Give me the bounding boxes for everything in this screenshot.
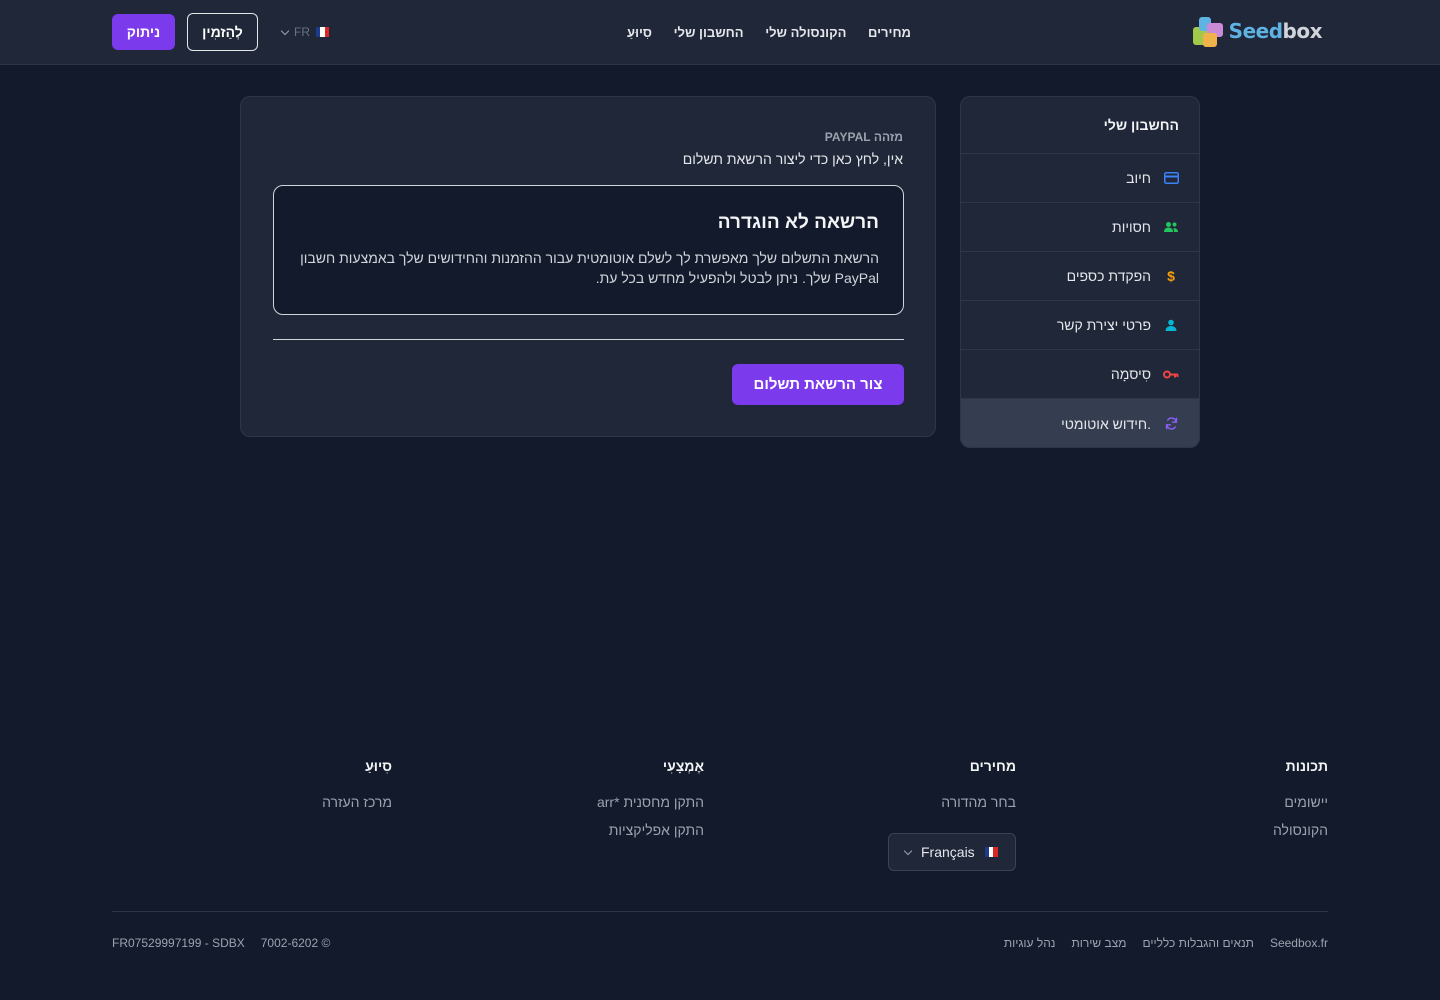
sidebar-item-sponsorships[interactable]: חסויות: [961, 203, 1199, 252]
sidebar-item-label: חיוב: [1126, 170, 1151, 186]
nav-my-account[interactable]: החשבון שלי: [674, 25, 744, 40]
company-id: FR07529997199 - SDBX: [112, 936, 245, 950]
paypal-id-value[interactable]: אין, לחץ כאן כדי ליצור הרשאת תשלום: [683, 151, 903, 167]
sidebar-item-password[interactable]: סִיסמָה: [961, 350, 1199, 399]
authorization-alert: הרשאה לא הוגדרה הרשאת התשלום שלך מאפשרת …: [273, 185, 904, 315]
footer-divider: [112, 911, 1328, 912]
alert-text: הרשאת התשלום שלך מאפשרת לך לשלם אוטומטית…: [300, 250, 879, 286]
users-icon: [1163, 219, 1179, 235]
paypal-id-label: מזהה PAYPAL: [824, 130, 903, 144]
footer-link-terms[interactable]: תנאים והגבלות כלליים: [1142, 936, 1253, 950]
user-icon: [1163, 317, 1179, 333]
footer-column-features: תכונות יישומים הקונסולה: [1273, 758, 1328, 850]
main-nav: מחירים הקונסולה שלי החשבון שלי סִיוּעַ: [627, 0, 911, 64]
sidebar-item-label: סִיסמָה: [1110, 366, 1151, 382]
footer-link-help-center[interactable]: מרכז העזרה: [322, 794, 392, 810]
footer-column-resources: אֶמְצָעִי התקן מחסנית *arr התקן אפליקציו…: [597, 758, 704, 850]
order-button[interactable]: לְהַזמִין: [187, 13, 258, 51]
sidebar-item-auto-renewal[interactable]: חידוש אוטומטי.: [961, 399, 1199, 447]
sidebar-title: החשבון שלי: [961, 97, 1199, 154]
sidebar-item-deposit[interactable]: הפקדת כספים $: [961, 252, 1199, 301]
french-flag-icon: [316, 27, 329, 37]
footer-link-service-status[interactable]: מצב שירות: [1071, 936, 1126, 950]
footer-copyright: FR07529997199 - SDBX © 2026-2007: [112, 936, 330, 950]
footer-link-choose-edition[interactable]: בחר מהדורה: [941, 794, 1016, 810]
seedbox-logo[interactable]: Seedbox: [1192, 15, 1323, 47]
account-sidebar: החשבון שלי חיוב חסויות הפקדת כספים $ פרט…: [960, 96, 1200, 448]
credit-card-icon: [1163, 170, 1179, 186]
alert-title: הרשאה לא הוגדרה: [717, 212, 879, 233]
footer-link-applications[interactable]: יישומים: [1273, 794, 1328, 810]
sidebar-item-contact-details[interactable]: פרטי יצירת קשר: [961, 301, 1199, 350]
footer-legal-links: Seedbox.fr תנאים והגבלות כלליים מצב שירו…: [1004, 936, 1328, 950]
sidebar-item-billing[interactable]: חיוב: [961, 154, 1199, 203]
create-authorization-button[interactable]: צור הרשאת תשלום: [732, 364, 904, 405]
dollar-icon: $: [1167, 268, 1175, 284]
key-icon: [1163, 366, 1179, 382]
paypal-authorization-card: מזהה PAYPAL אין, לחץ כאן כדי ליצור הרשאת…: [240, 96, 936, 437]
chevron-down-icon: [280, 26, 290, 35]
footer-link-install-arr-stack[interactable]: התקן מחסנית *arr: [597, 794, 704, 810]
footer-language-selector[interactable]: Français: [888, 833, 1016, 871]
french-flag-icon: [984, 847, 998, 857]
footer-column-title: אֶמְצָעִי: [662, 758, 704, 774]
sidebar-item-label: חידוש אוטומטי.: [1061, 415, 1151, 432]
sidebar-item-label: הפקדת כספים: [1066, 268, 1151, 284]
footer-link-manage-cookies[interactable]: נהל עוגיות: [1004, 936, 1056, 950]
sidebar-item-label: פרטי יצירת קשר: [1056, 317, 1151, 333]
language-code: FR: [294, 25, 310, 39]
sidebar-item-label: חסויות: [1112, 219, 1151, 235]
nav-pricing[interactable]: מחירים: [868, 25, 911, 40]
footer-column-support: סִיוּעַ מרכז העזרה: [322, 758, 392, 822]
refresh-icon: [1163, 416, 1179, 432]
nav-my-console[interactable]: הקונסולה שלי: [765, 25, 846, 40]
footer-column-title: תכונות: [1285, 758, 1328, 774]
logout-button[interactable]: ניתוק: [112, 14, 175, 50]
footer-link-console[interactable]: הקונסולה: [1273, 822, 1328, 838]
nav-support[interactable]: סִיוּעַ: [627, 25, 652, 40]
language-label: Français: [921, 844, 975, 860]
footer-link-install-apps[interactable]: התקן אפליקציות: [597, 822, 704, 838]
copyright-text: © 2026-2007: [260, 936, 331, 950]
logo-icon: [1192, 15, 1225, 47]
footer-link-seedbox-fr[interactable]: Seedbox.fr: [1270, 936, 1328, 950]
footer-column-title: מחירים: [969, 758, 1016, 774]
chevron-down-icon: [903, 846, 913, 855]
logo-text: Seedbox: [1228, 19, 1323, 43]
divider: [273, 339, 904, 340]
language-selector[interactable]: FR: [280, 24, 342, 40]
footer-column-title: סִיוּעַ: [365, 758, 392, 774]
footer-column-pricing: מחירים בחר מהדורה: [941, 758, 1016, 822]
top-header: Seedbox מחירים הקונסולה שלי החשבון שלי ס…: [0, 0, 1440, 65]
